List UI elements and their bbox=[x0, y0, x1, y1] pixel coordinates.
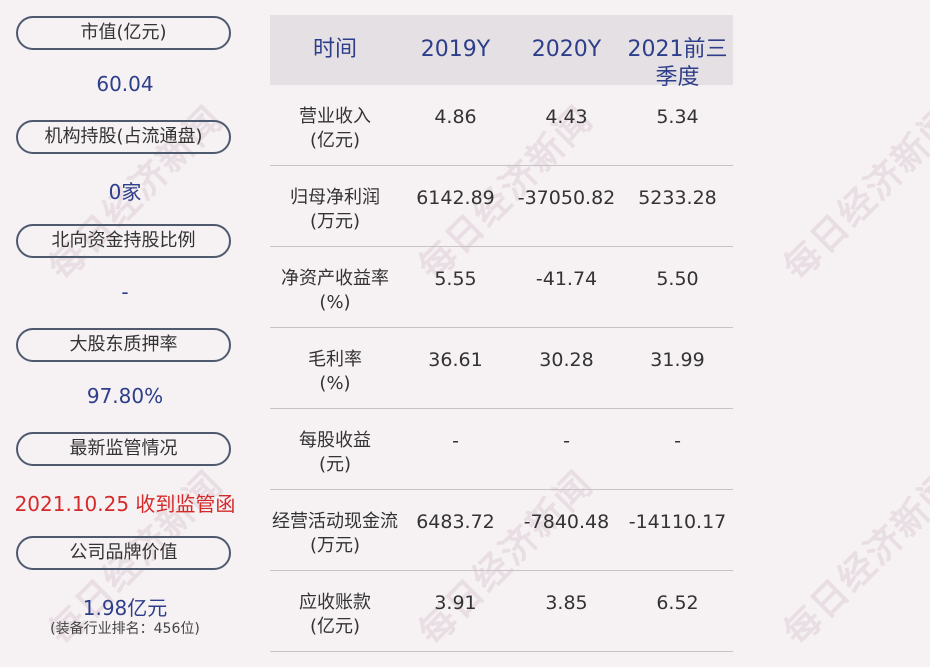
metric-label-pledge-rate: 大股东质押率 bbox=[16, 328, 231, 362]
cell-2020: -41.74 bbox=[535, 268, 598, 290]
cell-2019: 5.55 bbox=[434, 268, 477, 290]
row-label: 净资产收益率 (%) bbox=[270, 247, 400, 327]
row-label-name: 每股收益 bbox=[299, 430, 371, 451]
cell-2021: 5.34 bbox=[656, 106, 699, 128]
table-row: 净资产收益率 (%) 5.55 -41.74 5.50 bbox=[270, 247, 733, 328]
row-label-unit: (%) bbox=[319, 292, 351, 313]
watermark: 每日经济新闻 bbox=[776, 463, 930, 654]
row-label-name: 净资产收益率 bbox=[281, 268, 389, 289]
cell-2020: -7840.48 bbox=[523, 511, 610, 533]
cell-2020: -37050.82 bbox=[517, 187, 616, 209]
row-label-unit: (亿元) bbox=[309, 130, 361, 151]
financial-table: 时间 2019Y 2020Y 2021前三季度 营业收入 (亿元) 4.86 4… bbox=[270, 15, 733, 652]
metric-label-northbound-ratio: 北向资金持股比例 bbox=[16, 224, 231, 258]
cell-2021: 6.52 bbox=[656, 592, 699, 614]
cell-2020: 30.28 bbox=[539, 349, 594, 371]
row-label-unit: (%) bbox=[319, 373, 351, 394]
cell-2019: 4.86 bbox=[434, 106, 477, 128]
table-row: 应收账款 (亿元) 3.91 3.85 6.52 bbox=[270, 571, 733, 652]
row-label-unit: (万元) bbox=[309, 535, 361, 556]
cell-2021: 5.50 bbox=[656, 268, 699, 290]
row-label: 毛利率 (%) bbox=[270, 328, 400, 408]
row-label: 应收账款 (亿元) bbox=[270, 571, 400, 651]
row-label: 经营活动现金流 (万元) bbox=[270, 490, 400, 570]
cell-2020: 3.85 bbox=[545, 592, 588, 614]
cell-2021: 31.99 bbox=[650, 349, 705, 371]
row-label-name: 经营活动现金流 bbox=[272, 511, 398, 532]
row-label-unit: (亿元) bbox=[309, 616, 361, 637]
header-2020: 2020Y bbox=[531, 37, 602, 62]
row-label-unit: (万元) bbox=[309, 211, 361, 232]
cell-2021: -14110.17 bbox=[628, 511, 727, 533]
company-metrics-panel: 市值(亿元) 60.04 机构持股(占流通盘) 0家 北向资金持股比例 - 大股… bbox=[0, 0, 250, 667]
cell-2021: - bbox=[674, 430, 681, 452]
cell-2020: 4.43 bbox=[545, 106, 588, 128]
table-row: 毛利率 (%) 36.61 30.28 31.99 bbox=[270, 328, 733, 409]
metric-label-market-cap: 市值(亿元) bbox=[16, 16, 231, 50]
metric-value-market-cap: 60.04 bbox=[96, 72, 154, 96]
table-header: 时间 2019Y 2020Y 2021前三季度 bbox=[270, 15, 733, 90]
metric-label-regulatory-status: 最新监管情况 bbox=[16, 432, 231, 466]
metric-value-pledge-rate: 97.80% bbox=[86, 384, 164, 408]
row-label-name: 营业收入 bbox=[299, 106, 371, 127]
cell-2019: 6142.89 bbox=[416, 187, 495, 209]
metric-value-regulatory-status: 2021.10.25 收到监管函 bbox=[14, 492, 236, 516]
row-label: 归母净利润 (万元) bbox=[270, 166, 400, 246]
cell-2019: 6483.72 bbox=[416, 511, 495, 533]
header-2019: 2019Y bbox=[420, 37, 491, 62]
header-2021-q3: 2021前三季度 bbox=[627, 37, 728, 90]
metric-label-brand-value: 公司品牌价值 bbox=[16, 536, 231, 570]
metric-value-brand-value: 1.98亿元 bbox=[82, 596, 168, 620]
row-label: 营业收入 (亿元) bbox=[270, 85, 400, 165]
table-row: 营业收入 (亿元) 4.86 4.43 5.34 bbox=[270, 85, 733, 166]
row-label-name: 应收账款 bbox=[299, 592, 371, 613]
watermark: 每日经济新闻 bbox=[776, 98, 930, 289]
cell-2019: 36.61 bbox=[428, 349, 483, 371]
header-period: 时间 bbox=[312, 37, 357, 62]
cell-2020: - bbox=[563, 430, 570, 452]
table-row: 归母净利润 (万元) 6142.89 -37050.82 5233.28 bbox=[270, 166, 733, 247]
row-label-name: 毛利率 bbox=[308, 349, 362, 370]
metric-value-institutional-holdings: 0家 bbox=[108, 180, 142, 204]
row-label-unit: (元) bbox=[318, 454, 352, 475]
metric-label-institutional-holdings: 机构持股(占流通盘) bbox=[16, 120, 231, 154]
table-row: 经营活动现金流 (万元) 6483.72 -7840.48 -14110.17 bbox=[270, 490, 733, 571]
cell-2019: - bbox=[452, 430, 459, 452]
cell-2019: 3.91 bbox=[434, 592, 477, 614]
metric-note-brand-rank: (装备行业排名：456位) bbox=[50, 621, 200, 637]
row-label: 每股收益 (元) bbox=[270, 409, 400, 489]
table-row: 每股收益 (元) - - - bbox=[270, 409, 733, 490]
cell-2021: 5233.28 bbox=[638, 187, 717, 209]
row-label-name: 归母净利润 bbox=[290, 187, 380, 208]
metric-value-northbound-ratio: - bbox=[121, 280, 129, 304]
